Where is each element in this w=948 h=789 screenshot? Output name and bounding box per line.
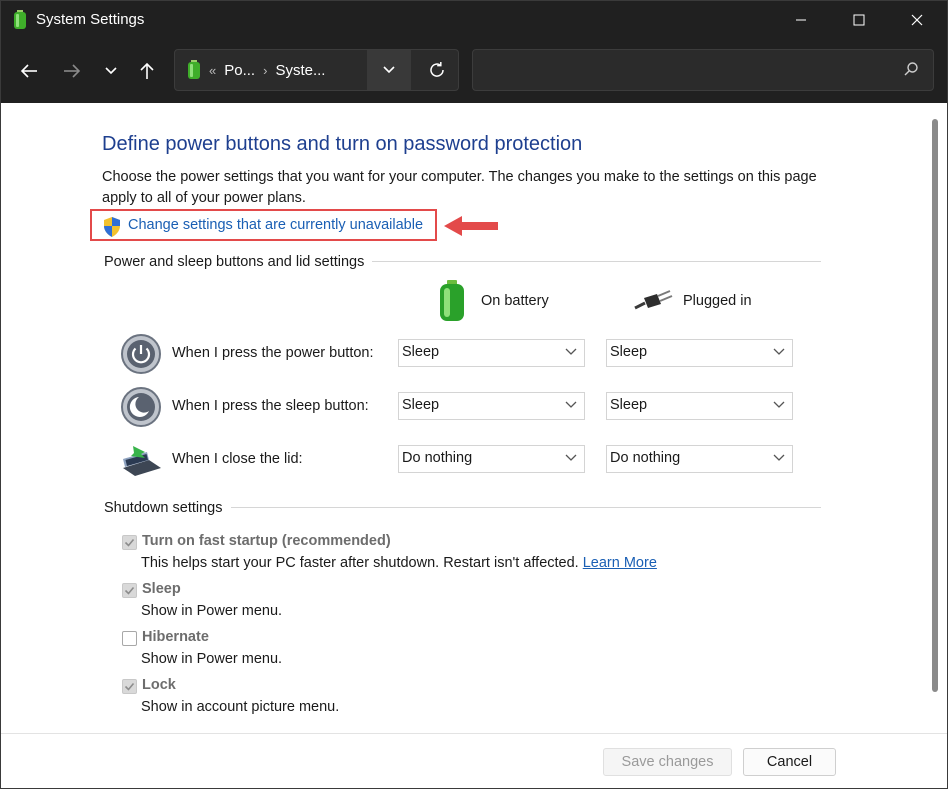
sleep-button-row: When I press the sleep button: Sleep Sle…	[119, 385, 819, 429]
close-icon	[911, 14, 923, 26]
recent-locations-button[interactable]	[94, 53, 128, 89]
hibernate-checkbox[interactable]	[122, 631, 137, 646]
chevron-down-icon	[565, 348, 577, 355]
chevron-down-icon	[773, 348, 785, 355]
sleep-checkbox[interactable]	[122, 583, 137, 598]
vertical-scrollbar[interactable]	[932, 119, 938, 692]
search-icon	[903, 61, 919, 82]
search-input[interactable]	[483, 58, 887, 84]
navigation-bar: « Po... › Syste...	[1, 39, 947, 103]
plugged-in-column-header: Plugged in	[633, 279, 752, 323]
select-value: Sleep	[402, 397, 440, 413]
sleep-button-label: When I press the sleep button:	[172, 398, 369, 414]
lid-close-row: When I close the lid: Do nothing Do noth…	[119, 438, 819, 482]
search-box[interactable]	[472, 49, 934, 91]
change-settings-link-text[interactable]: Change settings that are currently unava…	[128, 217, 423, 233]
chevron-down-icon	[105, 67, 117, 75]
checkmark-icon	[124, 538, 135, 547]
shutdown-group-label: Shutdown settings	[104, 500, 231, 516]
battery-icon	[437, 280, 467, 322]
sleep-button-plugged-select[interactable]: Sleep	[606, 392, 793, 420]
refresh-button[interactable]	[417, 50, 457, 90]
fast-startup-checkbox[interactable]	[122, 535, 137, 550]
power-button-plugged-select[interactable]: Sleep	[606, 339, 793, 367]
plugged-in-label: Plugged in	[683, 293, 752, 309]
power-plug-icon	[633, 286, 673, 316]
laptop-lid-icon	[119, 438, 163, 482]
on-battery-column-header: On battery	[437, 279, 549, 323]
lock-checkbox[interactable]	[122, 679, 137, 694]
refresh-icon	[430, 62, 444, 77]
breadcrumb-item-power-options[interactable]: Po...	[224, 62, 255, 79]
breadcrumb: « Po... › Syste...	[187, 50, 325, 90]
lid-close-battery-select[interactable]: Do nothing	[398, 445, 585, 473]
minimize-icon	[796, 19, 806, 21]
power-buttons-group-label: Power and sleep buttons and lid settings	[104, 254, 373, 270]
power-button-icon	[119, 332, 163, 376]
fast-startup-label: Turn on fast startup (recommended)	[142, 533, 391, 549]
checkmark-icon	[124, 682, 135, 691]
minimize-button[interactable]	[773, 1, 829, 39]
back-arrow-icon	[20, 64, 37, 78]
power-button-battery-select[interactable]: Sleep	[398, 339, 585, 367]
change-settings-link[interactable]: Change settings that are currently unava…	[90, 209, 437, 241]
chevron-down-icon	[565, 454, 577, 461]
maximize-button[interactable]	[831, 1, 887, 39]
select-value: Sleep	[610, 397, 648, 413]
chevron-down-icon	[773, 454, 785, 461]
hibernate-description: Show in Power menu.	[141, 651, 283, 667]
checkmark-icon	[124, 586, 135, 595]
select-value: Sleep	[610, 344, 648, 360]
red-arrow-annotation-icon	[442, 213, 502, 244]
address-bar[interactable]: « Po... › Syste...	[174, 49, 459, 91]
select-value: Do nothing	[402, 450, 473, 466]
system-settings-window: System Settings « Po... › Syste... Defin…	[0, 0, 948, 789]
sleep-button-icon	[119, 385, 163, 429]
chevron-down-icon	[383, 66, 395, 74]
title-bar: System Settings	[1, 1, 947, 39]
page-title: Define power buttons and turn on passwor…	[102, 133, 583, 155]
back-button[interactable]	[12, 53, 46, 89]
chevron-down-icon	[773, 401, 785, 408]
cancel-button[interactable]: Cancel	[743, 748, 836, 776]
sleep-description: Show in Power menu.	[141, 603, 283, 619]
on-battery-label: On battery	[481, 293, 549, 309]
select-value: Sleep	[402, 344, 440, 360]
power-button-row: When I press the power button: Sleep Sle…	[119, 332, 819, 376]
lid-close-plugged-select[interactable]: Do nothing	[606, 445, 793, 473]
address-dropdown-button[interactable]	[367, 50, 411, 90]
save-changes-button[interactable]: Save changes	[603, 748, 732, 776]
up-button[interactable]	[130, 53, 164, 89]
forward-arrow-icon	[64, 64, 81, 78]
select-value: Do nothing	[610, 450, 681, 466]
forward-button[interactable]	[55, 53, 89, 89]
breadcrumb-overflow[interactable]: «	[209, 63, 216, 78]
breadcrumb-separator: ›	[263, 62, 268, 78]
window-title: System Settings	[36, 11, 145, 28]
page-description: Choose the power settings that you want …	[102, 169, 817, 206]
power-options-icon	[187, 60, 201, 80]
close-button[interactable]	[889, 1, 945, 39]
up-arrow-icon	[140, 62, 154, 79]
fast-startup-description-text: This helps start your PC faster after sh…	[141, 555, 579, 571]
sleep-label: Sleep	[142, 581, 181, 597]
dialog-footer: Save changes Cancel	[1, 733, 947, 788]
breadcrumb-item-system-settings[interactable]: Syste...	[275, 62, 325, 79]
chevron-down-icon	[565, 401, 577, 408]
power-button-label: When I press the power button:	[172, 345, 374, 361]
sleep-button-battery-select[interactable]: Sleep	[398, 392, 585, 420]
learn-more-link[interactable]: Learn More	[583, 555, 657, 571]
maximize-icon	[853, 14, 865, 26]
content-pane: Define power buttons and turn on passwor…	[1, 103, 947, 733]
battery-app-icon	[13, 10, 27, 35]
uac-shield-icon	[102, 216, 122, 243]
lock-description: Show in account picture menu.	[141, 699, 340, 715]
hibernate-label: Hibernate	[142, 629, 209, 645]
fast-startup-description: This helps start your PC faster after sh…	[141, 555, 657, 571]
lock-label: Lock	[142, 677, 176, 693]
lid-close-label: When I close the lid:	[172, 451, 303, 467]
